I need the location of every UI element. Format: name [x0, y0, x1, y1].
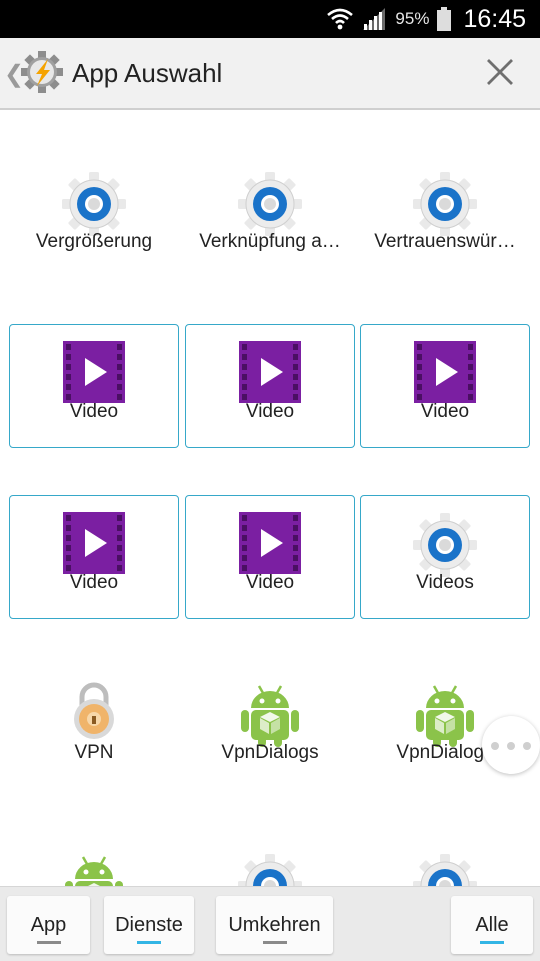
- dienste-button-label: Dienste: [115, 914, 183, 936]
- app-tile-label: Video: [245, 572, 295, 593]
- alle-button-indicator: [480, 941, 504, 944]
- video-icon: [63, 512, 125, 579]
- app-tile[interactable]: [185, 837, 355, 886]
- app-tile-label: Video: [420, 401, 470, 422]
- app-tile-label: Video: [69, 572, 119, 593]
- app-tile[interactable]: Video: [9, 495, 179, 619]
- app-button-label: App: [30, 914, 67, 936]
- status-bar: 95% 16:45: [0, 0, 540, 38]
- close-icon[interactable]: [485, 57, 515, 92]
- umkehren-button[interactable]: Umkehren: [216, 896, 333, 954]
- app-tile[interactable]: VPN: [9, 666, 179, 790]
- bottom-bar: App Dienste Umkehren Alle: [0, 886, 540, 961]
- video-icon: [63, 341, 125, 408]
- umkehren-button-indicator: [262, 941, 287, 944]
- app-tile[interactable]: VpnDialogs: [185, 666, 355, 790]
- battery-percent: 95%: [395, 9, 430, 28]
- gear-icon: [412, 853, 478, 886]
- page-title: App Auswahl: [72, 58, 223, 88]
- video-icon: [239, 341, 301, 408]
- app-tile-label: VPN: [74, 742, 114, 763]
- app-tile[interactable]: [9, 837, 179, 886]
- umkehren-button-label: Umkehren: [228, 914, 321, 936]
- status-icons: 95% 16:45: [327, 0, 526, 38]
- alle-button[interactable]: Alle: [451, 896, 533, 954]
- app-tile[interactable]: Video: [9, 324, 179, 448]
- app-button[interactable]: App: [7, 896, 90, 954]
- app-button-indicator: [36, 941, 61, 944]
- signal-icon: [361, 7, 387, 31]
- app-tile-label: Videos: [416, 572, 474, 593]
- app-tile-label: Vergrößerung: [35, 231, 153, 252]
- app-tile[interactable]: Video: [185, 324, 355, 448]
- clock: 16:45: [463, 4, 526, 33]
- app-tile[interactable]: Verknüpfung a…: [185, 155, 355, 279]
- app-tile[interactable]: Video: [360, 324, 530, 448]
- dienste-button-indicator: [137, 941, 161, 944]
- video-icon: [414, 341, 476, 408]
- tasker-logo-icon[interactable]: [20, 50, 64, 99]
- app-tile-label: Vertrauenswür…: [374, 231, 516, 252]
- app-bar: ❮ App Auswahl: [0, 38, 540, 110]
- gear-icon: [237, 853, 303, 886]
- app-tile-label: Video: [69, 401, 119, 422]
- dienste-button[interactable]: Dienste: [104, 896, 194, 954]
- android-icon: [63, 853, 125, 886]
- app-grid: Vergrößerung Verknüpfung a… Vertrauenswür……: [0, 110, 540, 886]
- app-tile-label: Video: [245, 401, 295, 422]
- app-tile[interactable]: [360, 837, 530, 886]
- video-icon: [239, 512, 301, 579]
- app-tile[interactable]: Vergrößerung: [9, 155, 179, 279]
- app-tile-label: Verknüpfung a…: [199, 231, 341, 252]
- alle-button-label: Alle: [475, 914, 509, 936]
- app-tile[interactable]: Vertrauenswür…: [360, 155, 530, 279]
- more-options-button[interactable]: [482, 716, 540, 774]
- wifi-icon: [327, 7, 354, 31]
- app-tile-label: VpnDialogs: [221, 742, 319, 763]
- lock-icon: [70, 682, 118, 745]
- battery-icon: [437, 7, 452, 31]
- app-tile[interactable]: Video: [185, 495, 355, 619]
- app-tile[interactable]: Videos: [360, 495, 530, 619]
